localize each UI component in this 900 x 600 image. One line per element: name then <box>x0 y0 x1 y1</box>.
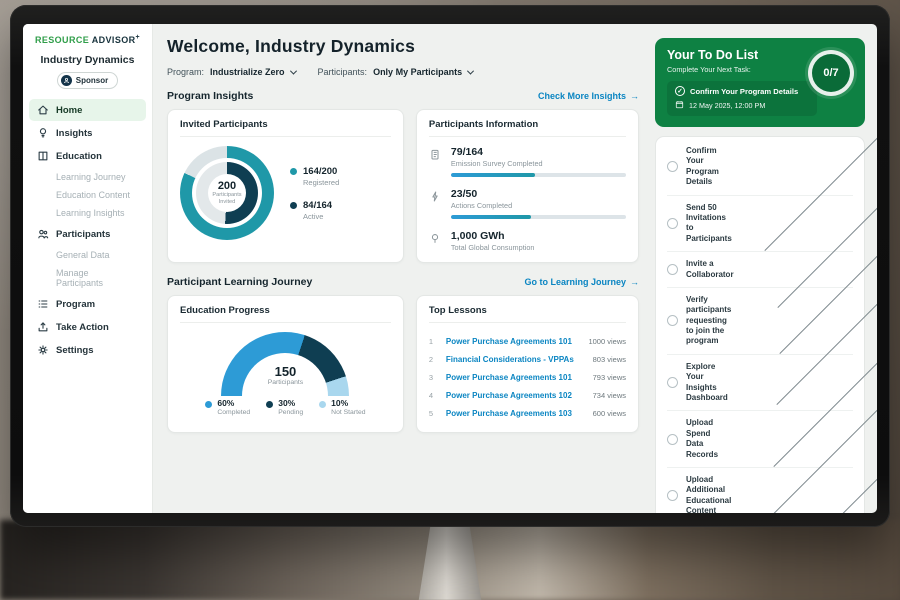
chevron-down-icon <box>467 67 474 74</box>
sidebar-item-home[interactable]: Home <box>29 99 146 121</box>
calendar-icon <box>675 100 684 111</box>
sidebar-item-settings[interactable]: Settings <box>29 339 146 361</box>
legend-completed: 60% Completed <box>205 398 250 416</box>
person-icon <box>61 75 72 86</box>
app-logo: RESOURCE ADVISOR+ <box>23 34 152 45</box>
list-icon <box>37 298 49 310</box>
main-content: Welcome, Industry Dynamics Program: Indu… <box>153 24 653 513</box>
lesson-link[interactable]: Power Purchase Agreements 101 <box>446 373 585 382</box>
sponsor-badge: Sponsor <box>57 72 118 89</box>
task-checkbox[interactable] <box>667 161 678 172</box>
upload-icon <box>37 321 49 333</box>
actions-completed-row: 23/50 Actions Completed <box>429 188 626 219</box>
program-filter[interactable]: Program: Industrialize Zero <box>167 67 296 77</box>
arrow-right-icon: → <box>630 91 639 101</box>
bulb-icon <box>37 127 49 139</box>
clipboard-icon <box>429 146 442 177</box>
org-name: Industry Dynamics <box>23 54 152 66</box>
go-to-learning-journey-link[interactable]: Go to Learning Journey → <box>524 277 639 287</box>
sidebar-item-take-action[interactable]: Take Action <box>29 316 146 338</box>
lesson-link[interactable]: Power Purchase Agreements 103 <box>446 409 585 418</box>
sidebar-item-learning-insights[interactable]: Learning Insights <box>29 204 146 222</box>
legend-active: 84/164 Active <box>290 200 339 221</box>
lesson-row: 1 Power Purchase Agreements 101 1000 vie… <box>429 332 626 350</box>
dashboard-screen: RESOURCE ADVISOR+ Industry Dynamics Spon… <box>23 24 877 513</box>
sidebar-item-education[interactable]: Education <box>29 145 146 167</box>
section-title-program-insights: Program Insights <box>167 90 253 102</box>
lesson-row: 2 Financial Considerations - VPPAs 803 v… <box>429 350 626 368</box>
task-row-explore-insights[interactable]: Explore Your Insights Dashboard <box>667 355 853 412</box>
lesson-link[interactable]: Financial Considerations - VPPAs <box>446 355 585 364</box>
task-checkbox[interactable] <box>667 377 678 388</box>
task-row-upload-spend-data[interactable]: Upload Spend Data Records <box>667 411 853 468</box>
check-icon: ✓ <box>675 86 685 96</box>
chevron-down-icon <box>289 67 296 74</box>
sidebar-nav: Home Insights Education Learning Journey… <box>23 99 152 361</box>
todo-column: Your To Do List Complete Your Next Task:… <box>653 24 877 513</box>
sidebar-item-education-content[interactable]: Education Content <box>29 186 146 204</box>
section-title-learning-journey: Participant Learning Journey <box>167 276 312 288</box>
sidebar-item-general-data[interactable]: General Data <box>29 246 146 264</box>
sidebar-item-learning-journey[interactable]: Learning Journey <box>29 168 146 186</box>
bolt-icon <box>429 188 442 219</box>
education-progress-card: Education Progress 150 Participants 60% <box>167 295 404 433</box>
todo-header-card: Your To Do List Complete Your Next Task:… <box>655 38 865 127</box>
task-list-card: Confirm Your Program Details Send 50 Inv… <box>655 136 865 513</box>
sidebar: RESOURCE ADVISOR+ Industry Dynamics Spon… <box>23 24 153 513</box>
invited-participants-donut: 200 Participants Invited <box>180 146 274 240</box>
actions-completed-progress-bar <box>451 215 626 219</box>
legend-registered: 164/200 Registered <box>290 166 339 187</box>
teal-dot-icon <box>290 168 297 175</box>
task-checkbox[interactable] <box>667 264 678 275</box>
next-task-panel: ✓ Confirm Your Program Details 12 May 20… <box>667 81 817 116</box>
emission-survey-row: 79/164 Emission Survey Completed <box>429 146 626 177</box>
sidebar-item-participants[interactable]: Participants <box>29 223 146 245</box>
book-icon <box>37 150 49 162</box>
location-pin-icon <box>429 230 442 252</box>
gear-icon <box>37 344 49 356</box>
emission-survey-progress-bar <box>451 173 626 177</box>
filters-row: Program: Industrialize Zero Participants… <box>167 67 639 77</box>
lesson-row: 5 Power Purchase Agreements 103 600 view… <box>429 404 626 422</box>
light-blue-dot-icon <box>319 401 326 408</box>
check-more-insights-link[interactable]: Check More Insights → <box>538 91 639 101</box>
arrow-right-icon: → <box>630 277 639 287</box>
navy-dot-icon <box>290 202 297 209</box>
monitor-bezel: RESOURCE ADVISOR+ Industry Dynamics Spon… <box>10 5 890 527</box>
lesson-link[interactable]: Power Purchase Agreements 101 <box>446 337 581 346</box>
sidebar-item-program[interactable]: Program <box>29 293 146 315</box>
task-checkbox[interactable] <box>667 315 678 326</box>
lesson-row: 3 Power Purchase Agreements 101 793 view… <box>429 368 626 386</box>
sidebar-item-insights[interactable]: Insights <box>29 122 146 144</box>
todo-progress-ring: 0/7 <box>808 50 854 96</box>
home-icon <box>37 104 49 116</box>
lesson-link[interactable]: Power Purchase Agreements 102 <box>446 391 585 400</box>
sidebar-item-manage-participants[interactable]: Manage Participants <box>29 264 146 292</box>
task-checkbox[interactable] <box>667 434 678 445</box>
blue-dot-icon <box>205 401 212 408</box>
task-checkbox[interactable] <box>667 218 678 229</box>
task-row-confirm-program-details[interactable]: Confirm Your Program Details <box>667 139 853 196</box>
legend-pending: 30% Pending <box>266 398 303 416</box>
people-icon <box>37 228 49 240</box>
legend-not-started: 10% Not Started <box>319 398 365 416</box>
task-checkbox[interactable] <box>667 490 678 501</box>
page-title: Welcome, Industry Dynamics <box>167 36 639 57</box>
lesson-row: 4 Power Purchase Agreements 102 734 view… <box>429 386 626 404</box>
top-lessons-card: Top Lessons 1 Power Purchase Agreements … <box>416 295 639 433</box>
participants-filter[interactable]: Participants: Only My Participants <box>318 67 474 77</box>
participants-information-card: Participants Information 79/164 Emission… <box>416 109 639 263</box>
navy-dot-icon <box>266 401 273 408</box>
invited-participants-card: Invited Participants 200 Participants In… <box>167 109 404 263</box>
consumption-row: 1,000 GWh Total Global Consumption <box>429 230 626 252</box>
